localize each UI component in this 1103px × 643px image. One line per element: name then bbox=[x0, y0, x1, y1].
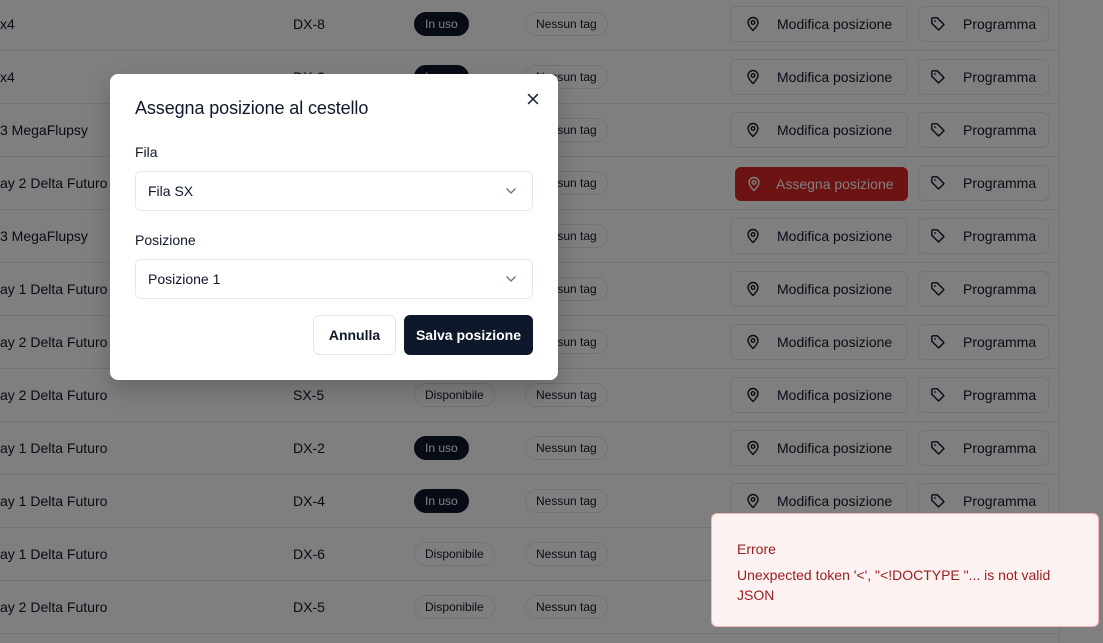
chevron-down-icon bbox=[504, 184, 518, 198]
dialog-title: Assegna posizione al cestello bbox=[135, 98, 369, 118]
position-select[interactable]: Posizione 1 bbox=[135, 259, 533, 299]
chevron-down-icon bbox=[504, 272, 518, 286]
row-select[interactable]: Fila SX bbox=[135, 171, 533, 211]
error-toast: Errore Unexpected token '<', "<!DOCTYPE … bbox=[711, 513, 1099, 627]
row-select-value: Fila SX bbox=[148, 183, 194, 199]
assign-position-dialog: Assegna posizione al cestello Fila Fila … bbox=[110, 74, 558, 380]
toast-message: Unexpected token '<', "<!DOCTYPE "... is… bbox=[737, 567, 1051, 603]
position-select-value: Posizione 1 bbox=[148, 271, 221, 287]
cancel-button[interactable]: Annulla bbox=[313, 315, 396, 355]
close-icon[interactable] bbox=[525, 91, 541, 107]
toast-title: Errore bbox=[737, 541, 776, 557]
save-position-button[interactable]: Salva posizione bbox=[404, 315, 533, 355]
row-field-label: Fila bbox=[135, 144, 158, 160]
position-field-label: Posizione bbox=[135, 232, 196, 248]
